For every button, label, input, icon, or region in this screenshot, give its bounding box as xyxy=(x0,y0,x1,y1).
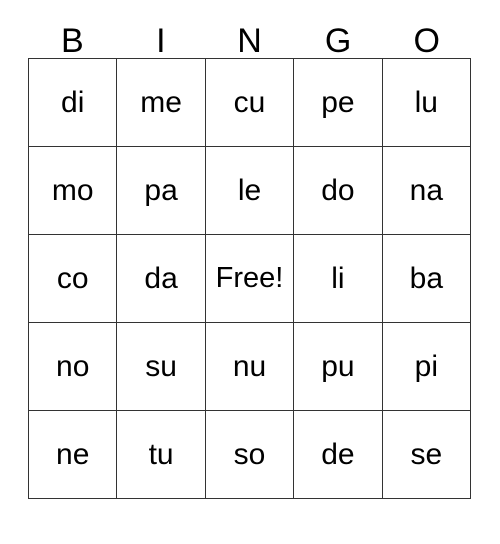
bingo-cell[interactable]: pu xyxy=(294,323,383,411)
bingo-cell[interactable]: li xyxy=(294,235,383,323)
bingo-cell[interactable]: nu xyxy=(205,323,295,411)
bingo-header-letter-o-label: O xyxy=(413,22,440,60)
bingo-cell[interactable]: co xyxy=(29,235,118,323)
bingo-cell-label: se xyxy=(410,437,443,471)
bingo-cell-label: cu xyxy=(233,85,266,119)
bingo-cell-label: mo xyxy=(51,173,94,207)
bingo-cell-label: li xyxy=(331,261,345,295)
bingo-cell[interactable]: lu xyxy=(382,59,472,147)
bingo-header-letter-n-label: N xyxy=(237,22,262,60)
bingo-cell[interactable]: mo xyxy=(29,147,118,235)
bingo-cell-label: su xyxy=(145,349,177,383)
bingo-header-letter-b-label: B xyxy=(60,22,84,60)
bingo-cell[interactable]: da xyxy=(117,235,206,323)
bingo-free-space-label: Free! xyxy=(215,262,284,294)
bingo-free-space-cell[interactable]: Free! xyxy=(205,235,295,323)
bingo-cell-label: so xyxy=(233,437,266,471)
bingo-cell[interactable]: de xyxy=(294,411,383,499)
bingo-cell-label: ne xyxy=(56,437,90,471)
bingo-header-row: B I N G O xyxy=(28,14,471,58)
bingo-cell[interactable]: le xyxy=(205,147,295,235)
bingo-cell[interactable]: pe xyxy=(294,59,383,147)
bingo-cell[interactable]: ba xyxy=(382,235,472,323)
bingo-cell-label: co xyxy=(56,261,89,295)
bingo-cell-label: ba xyxy=(409,261,444,295)
bingo-cell-label: tu xyxy=(148,437,174,471)
bingo-cell[interactable]: ne xyxy=(29,411,118,499)
bingo-cell[interactable]: me xyxy=(117,59,206,147)
bingo-header-letter-g-label: G xyxy=(324,22,352,60)
bingo-card: B I N G O di me cu pe lu mo pa le do na … xyxy=(28,14,472,499)
bingo-cell-label: no xyxy=(56,349,90,383)
bingo-row: no su nu pu pi xyxy=(29,323,472,411)
bingo-cell[interactable]: su xyxy=(117,323,206,411)
bingo-cell[interactable]: pi xyxy=(382,323,472,411)
bingo-header-letter-i: I xyxy=(117,14,206,58)
bingo-header-letter-i-label: I xyxy=(156,22,166,60)
bingo-grid: di me cu pe lu mo pa le do na co da Free… xyxy=(28,58,472,499)
bingo-header-letter-b: B xyxy=(28,14,117,58)
bingo-cell[interactable]: so xyxy=(205,411,295,499)
bingo-cell[interactable]: na xyxy=(382,147,472,235)
bingo-cell[interactable]: pa xyxy=(117,147,206,235)
bingo-header-letter-n: N xyxy=(205,14,294,58)
bingo-cell[interactable]: do xyxy=(294,147,383,235)
bingo-row: di me cu pe lu xyxy=(29,59,472,147)
bingo-cell-label: lu xyxy=(414,85,438,119)
bingo-cell-label: pi xyxy=(414,349,438,383)
bingo-cell-label: na xyxy=(409,173,444,207)
bingo-cell-label: de xyxy=(321,437,355,471)
bingo-cell[interactable]: se xyxy=(382,411,472,499)
bingo-cell-label: pu xyxy=(321,349,355,383)
bingo-cell-label: nu xyxy=(232,349,267,383)
bingo-cell[interactable]: di xyxy=(29,59,118,147)
bingo-cell-label: me xyxy=(140,85,182,119)
bingo-header-letter-g: G xyxy=(294,14,383,58)
bingo-row: mo pa le do na xyxy=(29,147,472,235)
bingo-cell-label: da xyxy=(144,261,178,295)
bingo-cell-label: pa xyxy=(144,173,178,207)
bingo-row: ne tu so de se xyxy=(29,411,472,499)
bingo-cell-label: le xyxy=(237,173,262,207)
bingo-cell-label: pe xyxy=(321,85,355,119)
bingo-header-letter-o: O xyxy=(382,14,471,58)
bingo-cell[interactable]: no xyxy=(29,323,118,411)
bingo-cell-label: di xyxy=(61,85,85,119)
bingo-row: co da Free! li ba xyxy=(29,235,472,323)
bingo-cell[interactable]: cu xyxy=(205,59,295,147)
bingo-cell-label: do xyxy=(321,173,355,207)
bingo-cell[interactable]: tu xyxy=(117,411,206,499)
